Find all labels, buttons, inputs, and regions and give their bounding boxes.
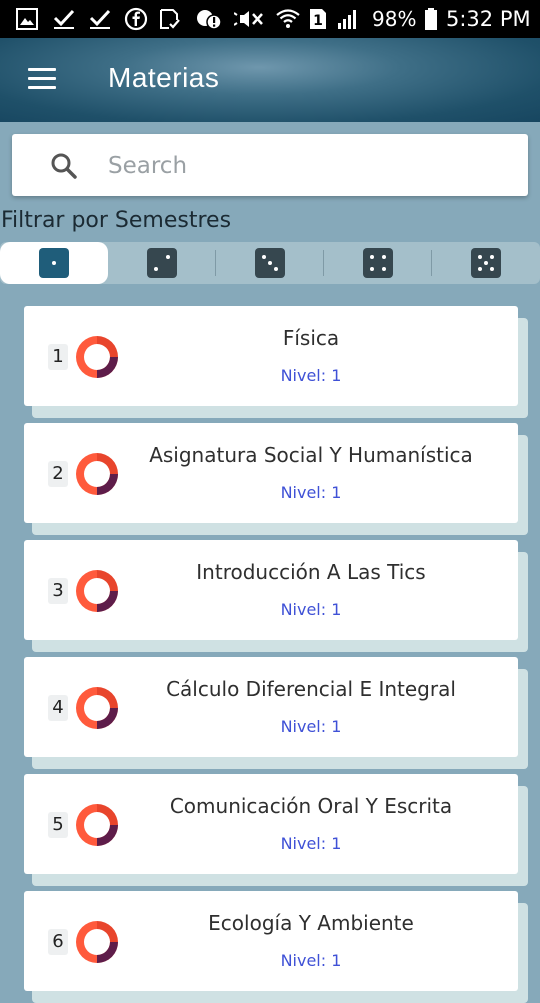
donut-icon	[76, 687, 118, 729]
semester-filter	[0, 242, 540, 284]
die-one-icon	[39, 248, 69, 278]
subject-level: Nivel: 1	[280, 834, 342, 853]
semester-tab-3[interactable]	[216, 242, 324, 284]
subject-name: Comunicación Oral Y Escrita	[169, 794, 453, 818]
facebook-icon	[124, 6, 148, 32]
die-two-icon	[147, 248, 177, 278]
semester-tab-2[interactable]	[108, 242, 216, 284]
donut-icon	[76, 804, 118, 846]
die-three-icon	[255, 248, 285, 278]
subject-level: Nivel: 1	[280, 600, 342, 619]
battery-percent: 98%	[372, 7, 417, 31]
status-bar: 1 98% 5:32 PM	[0, 0, 540, 38]
search-icon	[50, 152, 78, 180]
donut-icon	[76, 570, 118, 612]
subject-card[interactable]: 3 Introducción A Las Tics Nivel: 1	[24, 540, 518, 640]
app-bar: Materias	[0, 38, 540, 122]
subject-name: Ecología Y Ambiente	[208, 911, 414, 935]
subject-level: Nivel: 1	[280, 717, 342, 736]
subject-card[interactable]: 5 Comunicación Oral Y Escrita Nivel: 1	[24, 774, 518, 874]
search-bar[interactable]	[12, 134, 528, 196]
subject-number: 2	[48, 461, 68, 487]
donut-icon	[76, 336, 118, 378]
semester-tab-5[interactable]	[432, 242, 540, 284]
check-icon	[88, 6, 112, 32]
gallery-icon	[16, 6, 38, 32]
subject-number: 5	[48, 812, 68, 838]
die-four-icon	[363, 248, 393, 278]
mute-icon	[234, 6, 266, 32]
list-item: 5 Comunicación Oral Y Escrita Nivel: 1	[24, 774, 528, 886]
subject-level: Nivel: 1	[280, 483, 342, 502]
subject-name: Introducción A Las Tics	[196, 560, 426, 584]
wifi-icon	[276, 6, 300, 32]
page-title: Materias	[108, 62, 220, 93]
subject-number: 3	[48, 578, 68, 604]
die-five-icon	[471, 248, 501, 278]
subject-number: 1	[48, 344, 68, 370]
clock: 5:32 PM	[446, 7, 531, 31]
check-icon	[52, 6, 76, 32]
list-item: 4 Cálculo Diferencial E Integral Nivel: …	[24, 657, 528, 769]
signal-icon	[336, 6, 360, 32]
list-item: 3 Introducción A Las Tics Nivel: 1	[24, 540, 528, 652]
semester-tab-1[interactable]	[0, 242, 108, 284]
subject-name: Física	[282, 326, 340, 350]
subject-card[interactable]: 4 Cálculo Diferencial E Integral Nivel: …	[24, 657, 518, 757]
tool-alert-icon	[196, 6, 222, 32]
save-icon	[158, 6, 182, 32]
search-input[interactable]	[106, 148, 510, 184]
subject-number: 6	[48, 929, 68, 955]
sim-icon: 1	[308, 6, 328, 32]
subject-name: Cálculo Diferencial E Integral	[166, 677, 456, 701]
subject-card[interactable]: 1 Física Nivel: 1	[24, 306, 518, 406]
list-item: 2 Asignatura Social Y Humanística Nivel:…	[24, 423, 528, 535]
hamburger-menu-icon[interactable]	[26, 68, 58, 92]
subject-card[interactable]: 6 Ecología Y Ambiente Nivel: 1	[24, 891, 518, 991]
filter-label: Filtrar por Semestres	[1, 208, 232, 233]
battery-icon	[424, 6, 438, 32]
donut-icon	[76, 453, 118, 495]
subject-card[interactable]: 2 Asignatura Social Y Humanística Nivel:…	[24, 423, 518, 523]
list-item: 1 Física Nivel: 1	[24, 306, 528, 418]
donut-icon	[76, 921, 118, 963]
subject-number: 4	[48, 695, 68, 721]
subject-name: Asignatura Social Y Humanística	[149, 443, 473, 467]
sim-number: 1	[313, 13, 323, 29]
list-item: 6 Ecología Y Ambiente Nivel: 1	[24, 891, 528, 1003]
subject-level: Nivel: 1	[280, 366, 342, 385]
subject-level: Nivel: 1	[280, 951, 342, 970]
semester-tab-4[interactable]	[324, 242, 432, 284]
